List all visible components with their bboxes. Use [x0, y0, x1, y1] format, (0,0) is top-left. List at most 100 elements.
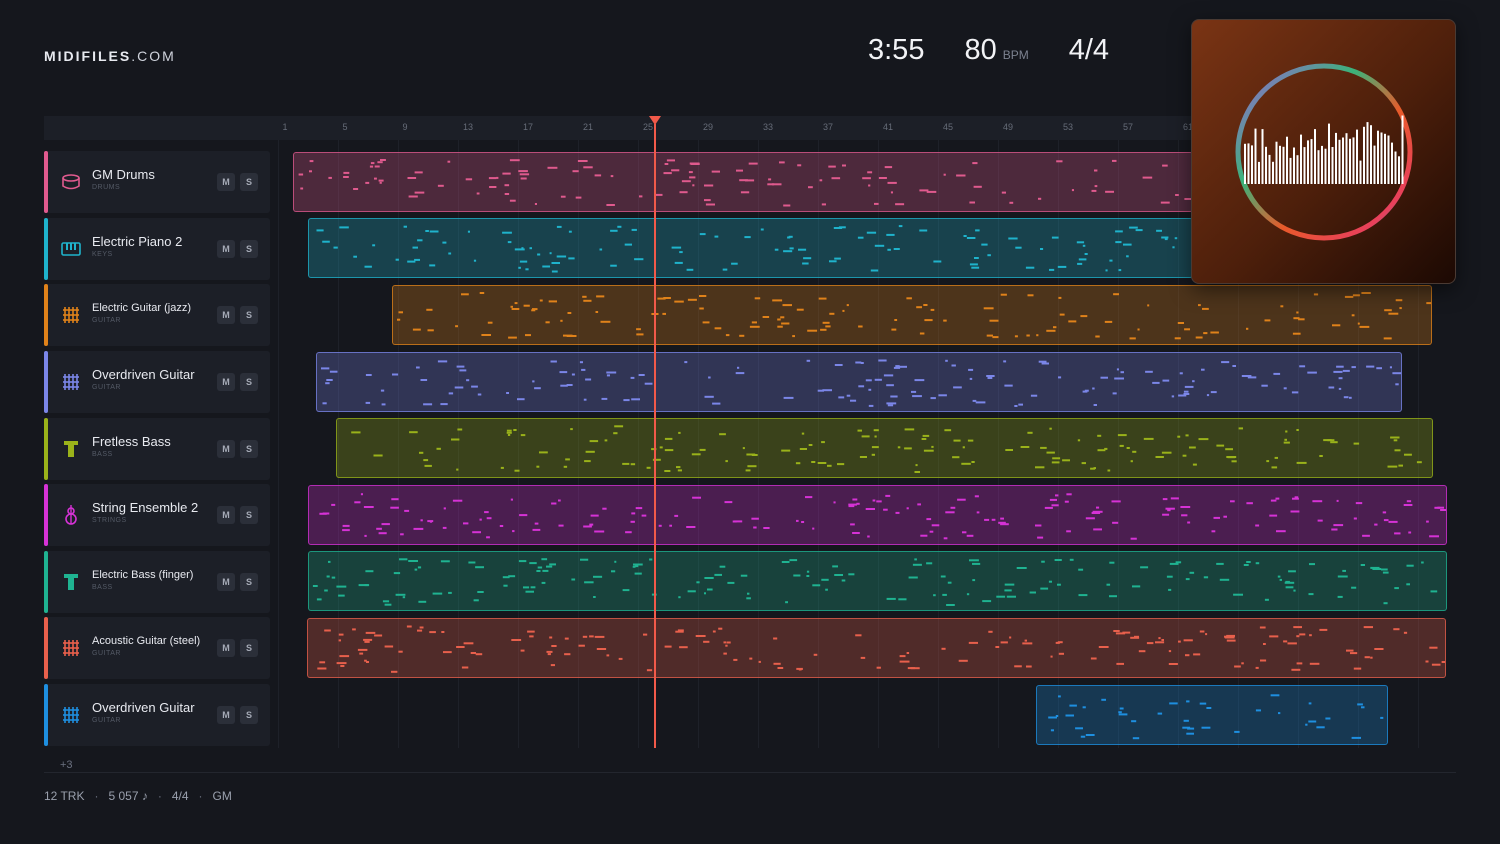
solo-button[interactable]: S — [240, 173, 258, 191]
track-header[interactable]: Electric Piano 2 KEYS M S — [44, 218, 270, 280]
ruler-tick: 49 — [1002, 122, 1014, 132]
playhead[interactable] — [654, 124, 656, 748]
midi-clip[interactable] — [316, 352, 1402, 412]
midi-note — [699, 233, 706, 236]
track-header[interactable]: Electric Bass (finger) BASS M S — [44, 551, 270, 613]
midi-note — [914, 471, 920, 473]
midi-note — [887, 181, 897, 184]
midi-note — [1111, 500, 1121, 503]
midi-clip[interactable] — [307, 618, 1446, 678]
solo-button[interactable]: S — [240, 706, 258, 724]
midi-clip[interactable] — [336, 418, 1433, 478]
midi-note — [634, 258, 644, 261]
more-tracks-indicator[interactable]: +3 — [60, 759, 73, 771]
midi-note — [1158, 637, 1161, 640]
midi-clip[interactable] — [308, 551, 1447, 611]
track-name: Overdriven Guitar — [92, 700, 195, 715]
midi-note — [1429, 646, 1438, 649]
time-signature: 4/4 — [1068, 34, 1110, 66]
midi-note — [1275, 497, 1280, 500]
midi-note — [360, 493, 363, 496]
midi-note — [1292, 332, 1301, 335]
solo-button[interactable]: S — [240, 639, 258, 657]
solo-button[interactable]: S — [240, 306, 258, 324]
mute-button[interactable]: M — [217, 506, 235, 524]
midi-note — [325, 382, 330, 385]
midi-note — [1000, 293, 1007, 296]
midi-note — [590, 514, 599, 517]
track-name: GM Drums — [92, 167, 155, 182]
playhead-marker[interactable] — [649, 116, 661, 125]
midi-note — [1291, 668, 1301, 671]
midi-note — [1026, 334, 1030, 337]
midi-note — [1116, 662, 1124, 665]
solo-button[interactable]: S — [240, 440, 258, 458]
midi-note — [503, 584, 508, 587]
midi-note — [1035, 466, 1045, 469]
midi-note — [699, 295, 707, 297]
midi-note — [975, 229, 980, 232]
midi-note — [1390, 436, 1400, 439]
track-header[interactable]: Fretless Bass BASS M S — [44, 418, 270, 480]
midi-clip[interactable] — [293, 152, 1193, 212]
midi-note — [479, 292, 485, 294]
midi-note — [1198, 304, 1201, 307]
midi-note — [940, 575, 946, 578]
track-header[interactable]: Overdriven Guitar GUITAR M S — [44, 351, 270, 413]
midi-note — [548, 300, 557, 303]
midi-clip[interactable] — [392, 285, 1432, 345]
track-header[interactable]: Overdriven Guitar GUITAR M S — [44, 684, 270, 746]
solo-button[interactable]: S — [240, 506, 258, 524]
solo-button[interactable]: S — [240, 573, 258, 591]
midi-note — [475, 653, 483, 656]
midi-note — [1123, 243, 1132, 246]
track-header[interactable]: GM Drums DRUMS M S — [44, 151, 270, 213]
midi-note — [519, 260, 528, 263]
midi-clip[interactable] — [308, 485, 1447, 545]
midi-note — [1216, 444, 1225, 447]
mute-button[interactable]: M — [217, 573, 235, 591]
midi-note — [699, 448, 706, 451]
midi-note — [692, 184, 695, 187]
midi-note — [857, 236, 864, 239]
midi-note — [687, 590, 696, 593]
midi-note — [753, 526, 757, 529]
track-header[interactable]: String Ensemble 2 STRINGS M S — [44, 484, 270, 546]
midi-note — [321, 367, 330, 370]
timeline-ruler[interactable]: 1 5 9 13 17 21 25 29 33 37 41 45 49 53 5… — [44, 116, 1194, 140]
midi-note — [467, 230, 470, 233]
midi-note — [971, 461, 975, 463]
midi-note — [1291, 391, 1299, 394]
mute-button[interactable]: M — [217, 639, 235, 657]
midi-clip[interactable] — [308, 218, 1193, 278]
midi-note — [1018, 403, 1023, 406]
mute-button[interactable]: M — [217, 440, 235, 458]
mute-button[interactable]: M — [217, 706, 235, 724]
midi-note — [1038, 197, 1042, 200]
midi-note — [617, 225, 622, 228]
midi-note — [512, 530, 515, 533]
mute-button[interactable]: M — [217, 240, 235, 258]
midi-note — [1055, 494, 1059, 497]
midi-note — [1014, 405, 1018, 407]
midi-note — [1246, 502, 1253, 505]
midi-note — [1118, 713, 1128, 716]
track-header[interactable]: Electric Guitar (jazz) GUITAR M S — [44, 284, 270, 346]
mute-button[interactable]: M — [217, 373, 235, 391]
midi-note — [1020, 446, 1030, 448]
midi-clip[interactable] — [1036, 685, 1388, 745]
midi-note — [1004, 589, 1012, 592]
site-logo[interactable]: MIDIFILES.COM — [44, 48, 176, 64]
midi-note — [583, 166, 593, 169]
midi-note — [1066, 530, 1071, 533]
midi-note — [933, 594, 936, 597]
solo-button[interactable]: S — [240, 240, 258, 258]
midi-note — [423, 403, 433, 406]
track-name: String Ensemble 2 — [92, 500, 199, 515]
mute-button[interactable]: M — [217, 173, 235, 191]
mute-button[interactable]: M — [217, 306, 235, 324]
midi-note — [1285, 430, 1288, 433]
solo-button[interactable]: S — [240, 373, 258, 391]
midi-note — [381, 523, 390, 526]
track-header[interactable]: Acoustic Guitar (steel) GUITAR M S — [44, 617, 270, 679]
